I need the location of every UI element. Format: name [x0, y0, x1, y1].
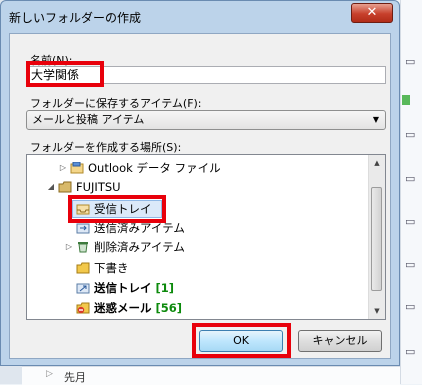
background-mail-icon: ▭	[405, 172, 416, 185]
background-mail-icon: ▭	[405, 258, 416, 271]
tree-item-label: 迷惑メール [56]	[94, 299, 182, 317]
background-status-marker	[402, 95, 410, 105]
expand-icon: ▷	[46, 369, 53, 379]
folder-type-label: フォルダーに保存するアイテム(F):	[30, 97, 202, 110]
background-group-row[interactable]: ▷ 先月	[22, 366, 400, 385]
expand-icon: ▷	[65, 242, 73, 251]
background-group-label: 先月	[64, 371, 86, 384]
background-mail-icon: ▭	[405, 345, 416, 358]
sent-items-icon	[76, 223, 90, 234]
highlight-name-box	[26, 61, 104, 87]
highlight-ok-box	[192, 323, 291, 358]
dialog-title: 新しいフォルダーの作成	[9, 11, 142, 25]
trash-icon	[78, 242, 88, 253]
location-label: フォルダーを作成する場所(S):	[30, 141, 182, 154]
scrollbar-thumb[interactable]	[371, 187, 382, 291]
scroll-down-icon[interactable]: ▼	[369, 303, 385, 319]
tree-item-label: 下書き	[94, 261, 129, 275]
background-mail-icon: ▭	[405, 128, 416, 141]
dialog-titlebar[interactable]: 新しいフォルダーの作成 ✕	[1, 1, 399, 33]
background-mail-icon: ▭	[405, 215, 416, 228]
folder-icon	[76, 262, 90, 274]
tree-item-label: FUJITSU	[76, 180, 121, 194]
unread-count: [1]	[155, 281, 175, 295]
tree-item-outlook-data[interactable]: ▷ Outlook データ ファイル	[58, 159, 338, 177]
chevron-down-icon: ▼	[372, 115, 379, 124]
close-button[interactable]: ✕	[351, 3, 393, 23]
outbox-label: 送信トレイ	[94, 281, 152, 295]
highlight-inbox-box	[68, 195, 166, 223]
expand-icon: ▷	[59, 163, 67, 172]
scroll-up-icon[interactable]: ▲	[369, 155, 385, 171]
tree-item-label: 削除済みアイテム	[94, 240, 185, 254]
tree-item-label: 送信トレイ [1]	[94, 279, 174, 297]
cancel-button[interactable]: キャンセル	[298, 330, 382, 352]
data-file-icon	[70, 162, 84, 174]
tree-scrollbar[interactable]: ▲ ▼	[368, 155, 385, 319]
tree-item-junk[interactable]: 迷惑メール [56]	[70, 299, 330, 317]
tree-item-fujitsu[interactable]: ◢ FUJITSU	[46, 178, 326, 196]
background-mail-icon: ▭	[405, 55, 416, 68]
tree-item-drafts[interactable]: 下書き	[70, 259, 330, 277]
folder-type-select[interactable]: メールと投稿 アイテム ▼	[26, 110, 386, 130]
tree-item-deleted[interactable]: ▷ 削除済みアイテム	[64, 238, 324, 256]
outbox-icon	[76, 283, 90, 294]
mailbox-icon	[58, 181, 72, 193]
junk-label: 迷惑メール	[94, 301, 152, 315]
junk-mail-icon	[76, 302, 90, 314]
tree-item-outbox[interactable]: 送信トレイ [1]	[70, 279, 330, 297]
folder-type-value: メールと投稿 アイテム	[32, 113, 145, 126]
unread-count: [56]	[155, 301, 183, 315]
tree-item-label: Outlook データ ファイル	[88, 161, 221, 175]
background-mail-icon: ▭	[405, 300, 416, 313]
collapse-icon: ◢	[47, 182, 55, 191]
